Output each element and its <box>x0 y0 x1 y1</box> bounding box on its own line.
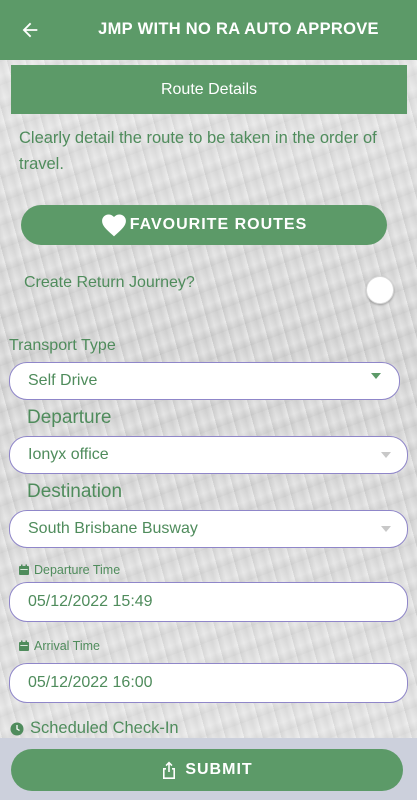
transport-type-select[interactable]: Self Drive <box>9 362 400 400</box>
calendar-icon <box>19 564 29 575</box>
clock-icon <box>10 722 24 735</box>
calendar-icon <box>19 640 29 651</box>
arrival-time-label: Arrival Time <box>18 639 100 653</box>
departure-time-label-text: Departure Time <box>34 563 121 577</box>
arrival-time-value: 05/12/2022 16:00 <box>28 674 153 691</box>
submit-label: SUBMIT <box>185 761 253 778</box>
chevron-down-icon <box>381 526 391 532</box>
favourite-routes-button[interactable]: FAVOURITE ROUTES <box>21 205 387 245</box>
chevron-down-icon <box>371 373 381 379</box>
departure-select[interactable]: Ionyx office <box>9 436 408 474</box>
page-title: JMP WITH NO RA AUTO APPROVE <box>98 20 379 38</box>
arrival-time-label-text: Arrival Time <box>34 639 100 653</box>
back-button[interactable] <box>14 14 46 46</box>
route-instructions: Clearly detail the route to be taken in … <box>19 129 377 173</box>
departure-value: Ionyx office <box>28 446 109 463</box>
departure-label: Departure <box>27 407 112 428</box>
scheduled-checkin-label: Scheduled Check-In <box>30 719 179 737</box>
destination-select[interactable]: South Brisbane Busway <box>9 510 408 548</box>
transport-type-label: Transport Type <box>9 337 116 354</box>
favourite-routes-label: FAVOURITE ROUTES <box>129 216 308 233</box>
heart-icon <box>101 214 126 237</box>
departure-time-value: 05/12/2022 15:49 <box>28 593 153 610</box>
app-header: JMP WITH NO RA AUTO APPROVE <box>0 0 417 60</box>
arrival-time-input[interactable]: 05/12/2022 16:00 <box>9 663 408 703</box>
transport-type-value: Self Drive <box>28 372 98 389</box>
arrow-left-icon <box>22 22 38 38</box>
departure-time-label: Departure Time <box>18 563 120 577</box>
share-icon <box>163 761 176 779</box>
departure-time-input[interactable]: 05/12/2022 15:49 <box>9 582 408 622</box>
section-title: Route Details <box>160 80 258 98</box>
return-journey-label: Create Return Journey? <box>24 274 195 291</box>
section-header: Route Details <box>11 65 407 114</box>
submit-button[interactable]: SUBMIT <box>11 749 403 791</box>
scheduled-checkin[interactable]: Scheduled Check-In <box>10 719 179 738</box>
destination-value: South Brisbane Busway <box>28 520 198 537</box>
chevron-down-icon <box>381 452 391 458</box>
destination-label: Destination <box>27 481 123 502</box>
return-journey-toggle[interactable] <box>366 276 394 304</box>
